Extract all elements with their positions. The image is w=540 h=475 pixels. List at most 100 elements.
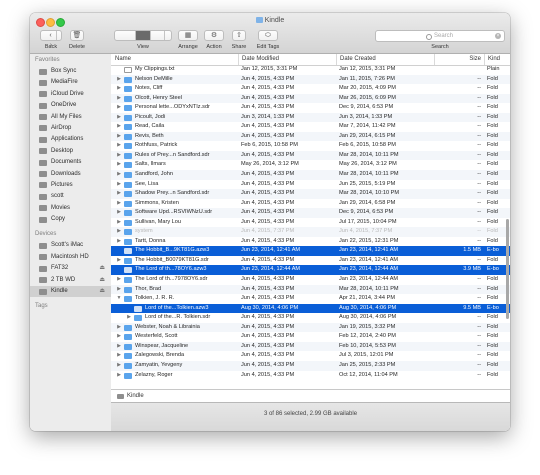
sidebar-item-fat32[interactable]: FAT32 ⏏ bbox=[30, 263, 111, 274]
table-row[interactable]: ▶ Nelson DeMille Jun 4, 2015, 4:33 PM Jan 1… bbox=[111, 74, 510, 85]
sidebar-item-movies[interactable]: Movies bbox=[30, 203, 111, 214]
disclosure-closed-icon[interactable]: ▶ bbox=[116, 351, 122, 361]
table-row[interactable]: ▶ Olcott, Henry Steel Jun 4, 2015, 4:33 PM… bbox=[111, 93, 510, 104]
disclosure-closed-icon[interactable]: ▶ bbox=[116, 94, 122, 104]
table-row[interactable]: ▶ Rules of Prey...n Sandford.sdr Jun 4, 20… bbox=[111, 150, 510, 161]
list-view-icon[interactable] bbox=[135, 31, 151, 40]
table-row[interactable]: ▶ Zamyatin, Yevgeny Jun 4, 2015, 4:33 PM Ja… bbox=[111, 360, 510, 371]
delete-button[interactable]: 🗑 bbox=[70, 30, 84, 41]
column-header-kind[interactable]: Kind bbox=[484, 54, 510, 65]
table-row[interactable]: My Clippings.txt Jan 12, 2015, 3:31 PM Jan… bbox=[111, 65, 510, 75]
column-header-name[interactable]: Name bbox=[111, 54, 238, 65]
column-header-date-modified[interactable]: Date Modified bbox=[238, 54, 336, 65]
column-view-icon[interactable] bbox=[151, 31, 165, 40]
sidebar-item-scott-s-imac[interactable]: Scott's iMac bbox=[30, 240, 111, 251]
disclosure-closed-icon[interactable]: ▶ bbox=[116, 371, 122, 381]
table-row[interactable]: ▶ Simmons, Kristen Jun 4, 2015, 4:33 PM Jan… bbox=[111, 199, 510, 209]
disclosure-closed-icon[interactable]: ▶ bbox=[116, 361, 122, 371]
disclosure-closed-icon[interactable]: ▶ bbox=[116, 285, 122, 295]
share-button[interactable]: ⇧ bbox=[232, 30, 246, 41]
disclosure-closed-icon[interactable]: ▶ bbox=[116, 122, 122, 132]
table-row[interactable]: ▶ Read, Caila Jun 4, 2015, 4:33 PM Mar 7, 2… bbox=[111, 122, 510, 132]
column-header-size[interactable]: Size bbox=[434, 54, 484, 65]
table-row[interactable]: ▶ Personal lette...ODYxNTIz.sdr Jun 4, 201… bbox=[111, 103, 510, 113]
table-row[interactable]: ▶ The Hobbit_B0079KT81G.sdr Jun 4, 2015, 4… bbox=[111, 256, 510, 266]
table-row[interactable]: ▶ Sullivan, Mary Lou Jun 4, 2015, 4:33 PM J… bbox=[111, 218, 510, 228]
disclosure-closed-icon[interactable]: ▶ bbox=[116, 237, 122, 247]
sidebar-item-macintosh-hd[interactable]: Macintosh HD bbox=[30, 252, 111, 263]
table-row[interactable]: ▶ Zelazny, Roger Jun 4, 2015, 4:33 PM Oct 1… bbox=[111, 371, 510, 381]
search-input[interactable]: Search × bbox=[375, 30, 505, 42]
back-icon[interactable]: ‹ bbox=[46, 31, 57, 40]
table-row[interactable]: ▶ The Lord of th...7978OY6.sdr Jun 4, 2015… bbox=[111, 275, 510, 285]
table-row[interactable]: The Hobbit_B...9KT81G.azw3 Jun 23, 2014, … bbox=[111, 246, 510, 256]
table-row[interactable]: ▶ Software Upd...RSVIWNzU.sdr Jun 4, 2015,… bbox=[111, 208, 510, 218]
disclosure-closed-icon[interactable]: ▶ bbox=[116, 141, 122, 151]
sidebar-item-copy[interactable]: Copy bbox=[30, 214, 111, 225]
disclosure-closed-icon[interactable]: ▶ bbox=[116, 103, 122, 113]
table-row[interactable]: ▶ Picoult, Jodi Jun 3, 2014, 1:33 PM Jun 3,… bbox=[111, 112, 510, 123]
disclosure-closed-icon[interactable]: ▶ bbox=[116, 84, 122, 94]
table-row[interactable]: ▶ Webster, Noah & Librainia Jun 4, 2015, 4… bbox=[111, 322, 510, 333]
sidebar-item-all-my-files[interactable]: All My Files bbox=[30, 112, 111, 123]
disclosure-open-icon[interactable]: ▼ bbox=[116, 294, 122, 304]
sidebar-item-box-sync[interactable]: Box Sync bbox=[30, 66, 111, 77]
disclosure-closed-icon[interactable]: ▶ bbox=[116, 208, 122, 218]
sidebar-item-onedrive[interactable]: OneDrive bbox=[30, 100, 111, 111]
table-row[interactable]: Lord of the...Tolkien.azw3 Aug 30, 2014, … bbox=[111, 303, 510, 314]
clear-search-icon[interactable]: × bbox=[495, 33, 501, 39]
disclosure-closed-icon[interactable]: ▶ bbox=[116, 113, 122, 123]
table-row[interactable]: The Lord of th...78OY6.azw3 Jun 23, 2014,… bbox=[111, 265, 510, 276]
disclosure-closed-icon[interactable]: ▶ bbox=[116, 227, 122, 237]
sidebar-item-scott[interactable]: scott bbox=[30, 191, 111, 202]
sidebar-item-pictures[interactable]: Pictures bbox=[30, 180, 111, 191]
table-row[interactable]: ▶ Lord of the...R. Tolkien.sdr Jun 4, 2015… bbox=[111, 313, 510, 323]
disclosure-closed-icon[interactable]: ▶ bbox=[116, 218, 122, 228]
disclosure-closed-icon[interactable]: ▶ bbox=[126, 313, 132, 323]
disclosure-closed-icon[interactable]: ▶ bbox=[116, 199, 122, 209]
table-row[interactable]: ▼ Tolkien, J. R. R. Jun 4, 2015, 4:33 PM Ap… bbox=[111, 294, 510, 304]
disclosure-closed-icon[interactable]: ▶ bbox=[116, 256, 122, 266]
table-row[interactable]: ▶ See, Lisa Jun 4, 2015, 4:33 PM Jun 25, 20… bbox=[111, 180, 510, 190]
table-row[interactable]: ▶ Tartt, Donna Jun 4, 2015, 4:33 PM Jan 22,… bbox=[111, 237, 510, 247]
sidebar-item-airdrop[interactable]: AirDrop bbox=[30, 123, 111, 134]
eject-icon[interactable]: ⏏ bbox=[99, 275, 105, 286]
disclosure-closed-icon[interactable]: ▶ bbox=[116, 160, 122, 170]
disclosure-closed-icon[interactable]: ▶ bbox=[116, 151, 122, 161]
table-row[interactable]: ▶ Rothfuss, Patrick Feb 6, 2015, 10:58 PM F… bbox=[111, 141, 510, 151]
sidebar-item-2-tb-wd[interactable]: 2 TB WD ⏏ bbox=[30, 275, 111, 286]
eject-icon[interactable]: ⏏ bbox=[99, 263, 105, 274]
disclosure-closed-icon[interactable]: ▶ bbox=[116, 170, 122, 180]
eject-icon[interactable]: ⏏ bbox=[99, 286, 105, 297]
table-row[interactable]: ▶ Winspear, Jacqueline Jun 4, 2015, 4:33 P… bbox=[111, 341, 510, 352]
disclosure-closed-icon[interactable]: ▶ bbox=[116, 342, 122, 352]
table-row[interactable]: ▶ Zalegowski, Brenda Jun 4, 2015, 4:33 PM J… bbox=[111, 351, 510, 361]
sidebar-item-mediafire[interactable]: MediaFire bbox=[30, 77, 111, 88]
view-mode-control[interactable] bbox=[114, 30, 172, 41]
table-row[interactable]: ▶ Notes, Cliff Jun 4, 2015, 4:33 PM Mar 20,… bbox=[111, 84, 510, 94]
icon-view-icon[interactable] bbox=[122, 31, 136, 40]
table-row[interactable]: ▶ Salts, Ilmars May 26, 2014, 3:12 PM May 2… bbox=[111, 160, 510, 170]
back-forward-control[interactable]: ‹› bbox=[40, 30, 62, 49]
sidebar-item-desktop[interactable]: Desktop bbox=[30, 146, 111, 157]
disclosure-closed-icon[interactable]: ▶ bbox=[116, 332, 122, 342]
sidebar-item-applications[interactable]: Applications bbox=[30, 134, 111, 145]
table-row[interactable]: ▶ system Jun 4, 2015, 7:37 PM Jun 4, 2015, … bbox=[111, 227, 510, 237]
sidebar-item-icloud-drive[interactable]: iCloud Drive bbox=[30, 89, 111, 100]
sidebar-item-documents[interactable]: Documents bbox=[30, 157, 111, 168]
table-row[interactable]: ▶ Thor, Brad Jun 4, 2015, 4:33 PM Mar 28, 2… bbox=[111, 284, 510, 295]
column-header-date-created[interactable]: Date Created bbox=[336, 54, 434, 65]
arrange-button[interactable]: ▦ bbox=[178, 30, 198, 41]
disclosure-closed-icon[interactable]: ▶ bbox=[116, 75, 122, 85]
table-row[interactable]: ▶ Revis, Beth Jun 4, 2015, 4:33 PM Jan 29, … bbox=[111, 131, 510, 142]
disclosure-closed-icon[interactable]: ▶ bbox=[116, 132, 122, 142]
disclosure-closed-icon[interactable]: ▶ bbox=[116, 180, 122, 190]
disclosure-closed-icon[interactable]: ▶ bbox=[116, 275, 122, 285]
sidebar-item-downloads[interactable]: Downloads bbox=[30, 169, 111, 180]
sidebar-item-kindle[interactable]: Kindle ⏏ bbox=[30, 286, 111, 298]
table-row[interactable]: ▶ Shadow Prey...n Sandford.sdr Jun 4, 2015… bbox=[111, 189, 510, 199]
table-row[interactable]: ▶ Westerfeld, Scott Jun 4, 2015, 4:33 PM Fe… bbox=[111, 332, 510, 342]
disclosure-closed-icon[interactable]: ▶ bbox=[116, 323, 122, 333]
disclosure-closed-icon[interactable]: ▶ bbox=[116, 189, 122, 199]
edit-tags-button[interactable]: ⬭ bbox=[258, 30, 278, 41]
